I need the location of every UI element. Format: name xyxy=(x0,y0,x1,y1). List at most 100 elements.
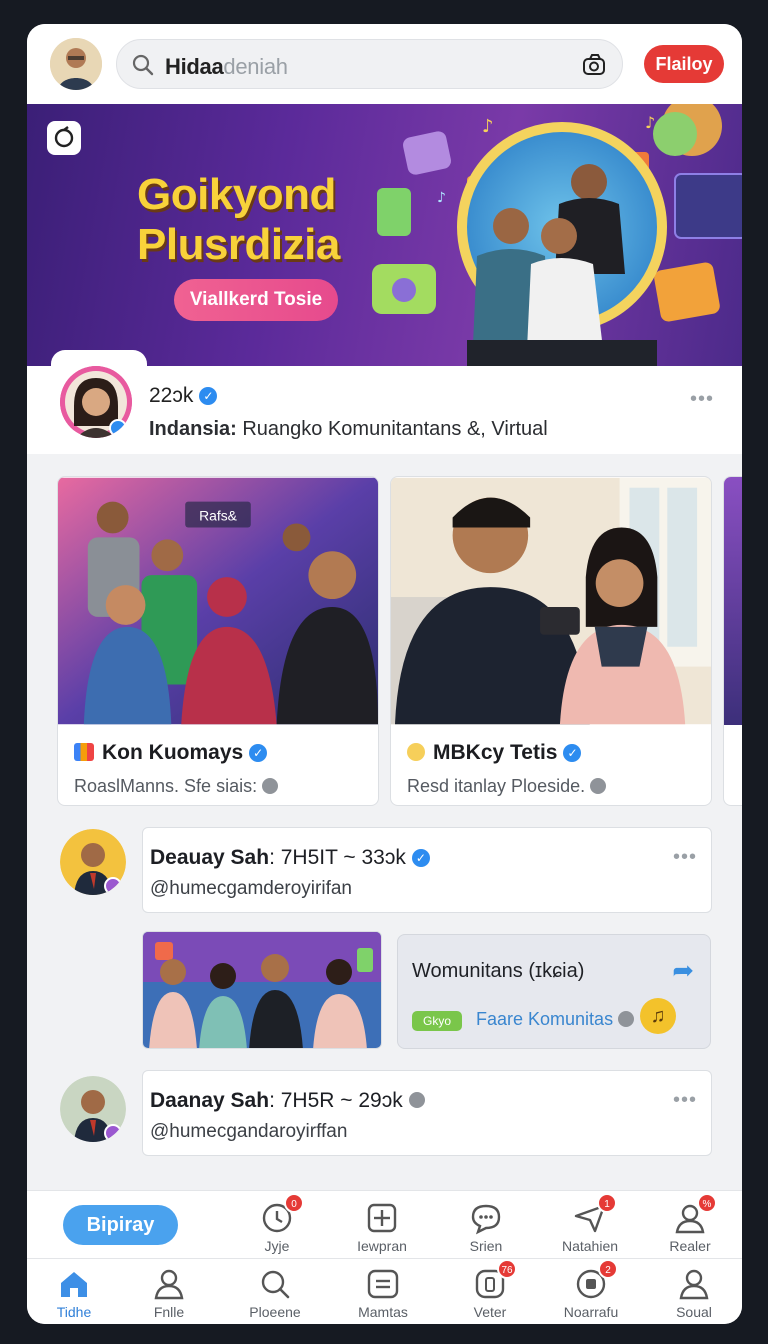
verified-icon: ✓ xyxy=(199,387,218,406)
top-bar: Hidaadeniah Flailoy xyxy=(27,24,742,104)
comment-handle: @humecgandaroyirffan xyxy=(150,1121,348,1142)
verified-icon: ✓ xyxy=(411,849,430,868)
banner-title-line1: Goikyond xyxy=(137,170,336,219)
search-icon xyxy=(132,54,154,76)
share-link-text: Faare Komunitas xyxy=(476,1009,614,1029)
search-value-bold: Hidaa xyxy=(165,54,224,79)
comment-meta: : 7H5IT ~ 33ɔk xyxy=(269,846,406,869)
comment-author: Deauay Sah: 7H5IT ~ 33ɔk ✓ xyxy=(150,846,430,870)
card-title: Kon Kuomays ✓ xyxy=(74,741,268,765)
comment-card[interactable]: Daanay Sah: 7H5R ~ 29ɔk @humecgandaroyir… xyxy=(142,1070,712,1156)
banner-title: Goikyond Plusrdizia xyxy=(137,170,340,270)
grid-icon xyxy=(365,1201,399,1235)
nav-item-phone[interactable]: 76 Veter xyxy=(445,1259,535,1320)
home-icon xyxy=(57,1267,91,1301)
comment-avatar[interactable] xyxy=(60,829,126,895)
nav-label: Mamtas xyxy=(358,1304,408,1320)
app-screen: Hidaadeniah Flailoy ♪ ♪ ♪ Goikyond Plusr… xyxy=(27,24,742,1324)
user-avatar[interactable] xyxy=(50,38,102,90)
emoji-icon xyxy=(590,778,607,794)
verified-icon: ✓ xyxy=(249,744,268,763)
action-clock[interactable]: 0 Jyje xyxy=(232,1193,322,1254)
action-grid[interactable]: Iewpran xyxy=(337,1201,427,1254)
banner-title-line2: Plusrdizia xyxy=(137,220,340,269)
card-title-text: Kon Kuomays xyxy=(102,741,244,764)
comment-author: Daanay Sah: 7H5R ~ 29ɔk xyxy=(150,1089,425,1113)
card-subtitle: RoaslManns. Sfe siais: xyxy=(74,776,279,797)
follow-button[interactable]: Flailoy xyxy=(644,45,724,83)
nav-label: Veter xyxy=(473,1304,507,1320)
action-label: Srien xyxy=(469,1238,503,1254)
card-title: MBKcy Tetis ✓ xyxy=(407,741,582,765)
profile-desc-bold: Indansia: xyxy=(149,418,237,440)
comment-author-name: Daanay Sah xyxy=(150,1089,270,1112)
share-link[interactable]: Faare Komunitas xyxy=(476,1009,635,1030)
menu-icon xyxy=(366,1267,400,1301)
search-value-light: deniah xyxy=(223,54,288,79)
action-label: Jyje xyxy=(264,1238,290,1254)
action-send[interactable]: 1 Natahien xyxy=(545,1193,635,1254)
nav-item-search[interactable]: Ploeene xyxy=(230,1267,320,1320)
nav-label: Noarrafu xyxy=(563,1304,619,1320)
community-card[interactable]: Rafs& Kon Kuomays ✓ RoaslManns. Sfe siais… xyxy=(57,476,379,806)
profile-desc-text: Ruangko Komunitantans &, Virtual xyxy=(236,418,548,440)
banner-cta-button[interactable]: Viallkerd Tosie xyxy=(174,279,338,321)
notification-badge: 2 xyxy=(598,1259,618,1279)
action-user[interactable]: % Realer xyxy=(645,1193,735,1254)
primary-action-button[interactable]: Bipiray xyxy=(63,1205,178,1245)
nav-label: Fnlle xyxy=(153,1304,185,1320)
profile-avatar[interactable] xyxy=(60,366,132,438)
search-input[interactable]: Hidaadeniah xyxy=(116,39,623,89)
notification-badge: % xyxy=(697,1193,717,1213)
svg-text:♪: ♪ xyxy=(645,113,655,132)
action-label: Realer xyxy=(669,1238,711,1254)
emoji-icon xyxy=(618,1011,635,1027)
nav-label: Ploeene xyxy=(249,1304,301,1320)
send-icon: 1 xyxy=(573,1193,617,1235)
more-options-icon[interactable]: ••• xyxy=(690,388,714,411)
comment-card[interactable]: Deauay Sah: 7H5IT ~ 33ɔk ✓ @humecgamderoy… xyxy=(142,827,712,913)
card-title-text: MBKcy Tetis xyxy=(433,741,558,764)
notification-badge: 1 xyxy=(597,1193,617,1213)
chat-icon xyxy=(469,1201,503,1235)
bottom-nav: Tidhe Fnlle Ploeene Mamtas 76 Veter 2 No… xyxy=(27,1258,742,1324)
notification-badge: 76 xyxy=(497,1259,517,1279)
user-icon: % xyxy=(673,1193,717,1235)
share-arrow-icon[interactable]: ➦ xyxy=(672,955,694,986)
search-value: Hidaadeniah xyxy=(165,54,288,80)
action-bar: Bipiray 0 Jyje Iewpran Srien 1 Natahien … xyxy=(27,1190,742,1258)
action-label: Iewpran xyxy=(357,1238,407,1254)
notification-badge: 0 xyxy=(284,1193,304,1213)
community-card[interactable]: MBKcy Tetis ✓ Resd itanlay Ploeside. xyxy=(390,476,712,806)
share-tag: Gkyo xyxy=(412,1011,462,1031)
nav-item-profile[interactable]: Fnlle xyxy=(124,1267,214,1320)
flower-icon xyxy=(407,743,425,761)
banner-people-illustration xyxy=(467,164,657,366)
community-logo-icon xyxy=(74,743,94,761)
nav-item-home[interactable]: Tidhe xyxy=(29,1267,119,1320)
profile-row[interactable]: 22ɔk ✓ Indansia: Ruangko Komunitantans &,… xyxy=(27,350,742,454)
nav-item-account[interactable]: Soual xyxy=(649,1267,739,1320)
more-options-icon[interactable]: ••• xyxy=(673,1089,697,1112)
post-media-thumbnail[interactable] xyxy=(142,931,382,1049)
card-image-sign: Rafs& xyxy=(199,508,238,524)
svg-text:♪: ♪ xyxy=(482,116,494,137)
person-icon xyxy=(152,1267,186,1301)
search-icon xyxy=(258,1267,292,1301)
hero-banner[interactable]: ♪ ♪ ♪ Goikyond Plusrdizia Viallkerd Tosi… xyxy=(27,104,742,366)
nav-item-menu[interactable]: Mamtas xyxy=(338,1267,428,1320)
share-community-card[interactable]: Womunitans (ɪkɕia) ➦ Gkyo Faare Komunita… xyxy=(397,934,711,1049)
card-image: Rafs& xyxy=(58,477,378,725)
profile-description: Indansia: Ruangko Komunitantans &, Virtu… xyxy=(149,418,548,441)
share-card-title: Womunitans (ɪkɕia) xyxy=(412,960,585,982)
camera-icon[interactable] xyxy=(580,51,608,79)
music-note-icon[interactable]: ♫ xyxy=(640,998,676,1034)
action-chat[interactable]: Srien xyxy=(441,1201,531,1254)
comment-author-name: Deauay Sah xyxy=(150,846,270,869)
nav-item-record[interactable]: 2 Noarrafu xyxy=(546,1259,636,1320)
comment-avatar[interactable] xyxy=(60,1076,126,1142)
more-options-icon[interactable]: ••• xyxy=(673,846,697,869)
community-card-peek[interactable] xyxy=(723,476,742,806)
record-icon: 2 xyxy=(574,1259,618,1301)
profile-follower-count: 22ɔk ✓ xyxy=(149,384,218,408)
